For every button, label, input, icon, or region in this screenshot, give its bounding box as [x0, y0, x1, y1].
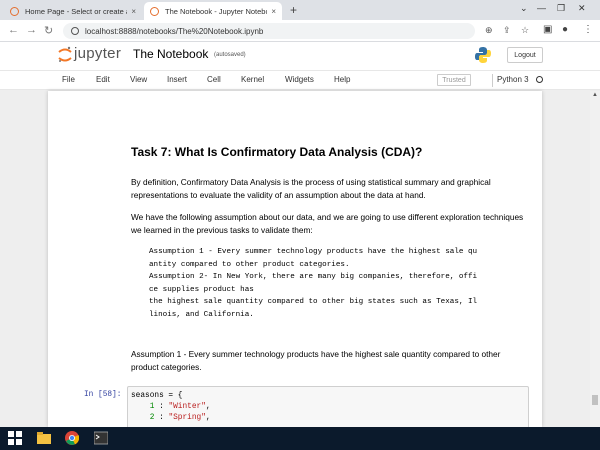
maximize-button[interactable]: ❐ [557, 3, 565, 14]
assumption-line: antity compared to other product categor… [149, 260, 350, 269]
menu-widgets[interactable]: Widgets [285, 75, 314, 84]
menu-insert[interactable]: Insert [167, 75, 187, 84]
jupyter-header: jupyter The Notebook (autosaved) Logout [0, 42, 600, 70]
file-explorer-icon[interactable] [37, 431, 51, 445]
menu-view[interactable]: View [130, 75, 147, 84]
jupyter-favicon-icon [10, 6, 19, 16]
code-number: 2 [149, 414, 155, 422]
markdown-paragraph: We have the following assumption about o… [131, 212, 524, 235]
url-field[interactable]: localhost:8888/notebooks/The%20Notebook.… [63, 23, 475, 39]
zoom-icon[interactable]: ⊕ [485, 25, 493, 36]
minimize-button[interactable]: — [537, 3, 546, 13]
close-icon[interactable]: × [131, 7, 136, 16]
assumption-line: Assumption 2- In New York, there are man… [149, 273, 478, 281]
reload-icon[interactable]: ↻ [44, 24, 53, 37]
site-info-icon[interactable] [71, 27, 79, 35]
menu-edit[interactable]: Edit [96, 75, 110, 84]
task-heading: Task 7: What Is Confirmatory Data Analys… [131, 145, 423, 159]
jupyter-wordmark[interactable]: jupyter [74, 45, 121, 62]
side-panel-icon[interactable]: ▣ [543, 24, 552, 35]
windows-taskbar [0, 427, 600, 450]
new-tab-button[interactable]: + [290, 3, 297, 17]
markdown-heading: Task 7: What Is Confirmatory Data Analys… [131, 146, 526, 159]
bookmark-star-icon[interactable]: ☆ [521, 25, 529, 36]
share-icon[interactable]: ⇪ [503, 25, 511, 36]
tab-the-notebook[interactable]: The Notebook - Jupyter Notebo × [144, 2, 282, 20]
menu-help[interactable]: Help [334, 75, 350, 84]
browser-menu-icon[interactable]: ⋮ [583, 24, 593, 35]
assumption-line: Assumption 1 - Every summer technology p… [149, 248, 478, 256]
code-string: "Spring" [168, 414, 206, 422]
assumption-line: linois, and California. [149, 310, 254, 319]
scroll-up-icon[interactable]: ▲ [592, 92, 598, 98]
scrollbar-thumb[interactable] [592, 395, 598, 405]
jupyter-logo-icon [58, 46, 72, 62]
profile-avatar-icon[interactable]: ● [562, 24, 568, 35]
close-window-button[interactable]: ✕ [578, 3, 586, 14]
kernel-status-icon [536, 76, 543, 83]
logout-button[interactable]: Logout [507, 47, 543, 63]
assumption-line: the highest sale quantity compared to ot… [149, 298, 478, 306]
assumptions-block: Assumption 1 - Every summer technology p… [149, 246, 519, 321]
code-line: 1 : "Winter", [149, 403, 211, 411]
notebook-menu-bar: File Edit View Insert Cell Kernel Widget… [0, 70, 600, 90]
code-string: "Winter" [168, 403, 206, 411]
menu-file[interactable]: File [62, 75, 75, 84]
code-cell-editor[interactable]: seasons = { 1 : "Winter", 2 : "Spring", [127, 386, 529, 427]
menu-cell[interactable]: Cell [207, 75, 221, 84]
assumption-line: ce supplies product has [149, 285, 254, 294]
tab-search-icon[interactable]: ⌄ [520, 3, 528, 14]
tab-label: The Notebook - Jupyter Notebo [165, 6, 268, 16]
menu-kernel[interactable]: Kernel [241, 75, 264, 84]
divider [492, 74, 493, 87]
windows-start-icon[interactable] [8, 431, 22, 445]
markdown-paragraph: Assumption 1 - Every summer technology p… [131, 349, 501, 372]
code-line: seasons = { [131, 392, 183, 400]
chrome-icon[interactable] [65, 431, 79, 445]
markdown-paragraph: By definition, Confirmatory Data Analysi… [131, 177, 491, 200]
forward-arrow-icon[interactable]: → [26, 24, 37, 36]
tab-home-page[interactable]: Home Page - Select or create a n × [4, 2, 142, 20]
close-icon[interactable]: × [271, 7, 276, 16]
address-bar-row: ← → ↻ localhost:8888/notebooks/The%20Not… [0, 20, 600, 42]
page-scrollbar[interactable] [590, 91, 600, 427]
jupyter-favicon-icon [150, 6, 159, 16]
back-arrow-icon[interactable]: ← [8, 24, 19, 36]
cell-prompt: In [58]: [84, 391, 122, 399]
terminal-icon[interactable] [94, 431, 108, 445]
autosave-status: (autosaved) [214, 52, 246, 58]
browser-tab-bar: Home Page - Select or create a n × The N… [0, 0, 600, 20]
code-line: 2 : "Spring", [149, 414, 211, 422]
notebook-container: Task 7: What Is Confirmatory Data Analys… [48, 91, 542, 427]
url-text: localhost:8888/notebooks/The%20Notebook.… [85, 26, 264, 36]
code-number: 1 [149, 403, 155, 411]
tab-label: Home Page - Select or create a n [25, 6, 128, 16]
kernel-name[interactable]: Python 3 [497, 75, 529, 84]
notebook-title[interactable]: The Notebook [133, 47, 208, 61]
trusted-button[interactable]: Trusted [437, 74, 471, 86]
python-logo-icon [475, 47, 491, 63]
